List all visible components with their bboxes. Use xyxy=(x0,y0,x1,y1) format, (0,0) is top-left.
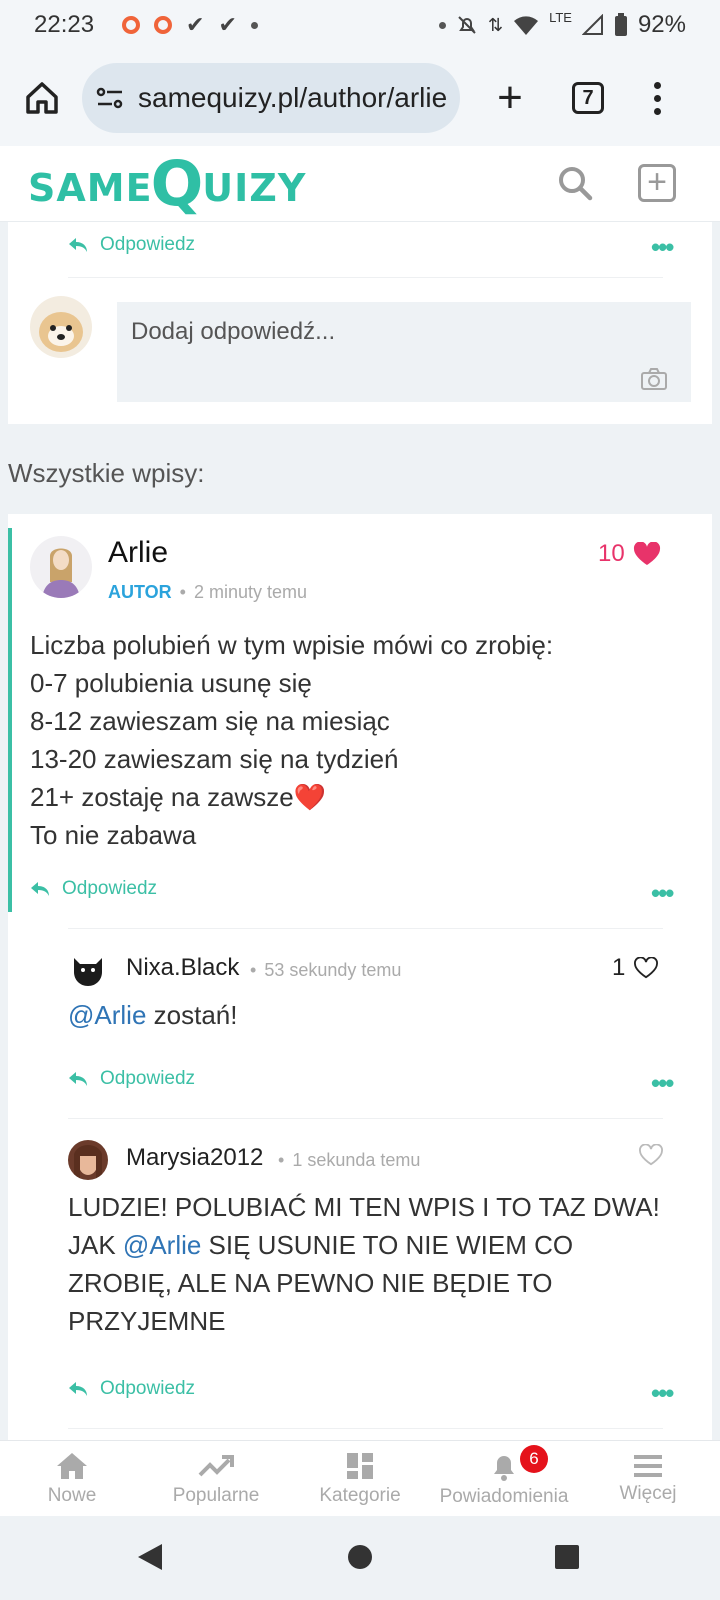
address-bar[interactable]: samequizy.pl/author/arlie xyxy=(82,63,460,133)
reply-arrow-icon xyxy=(69,1382,87,1396)
nav-more[interactable]: Więcej xyxy=(576,1441,720,1516)
post-timestamp: 2 minuty temu xyxy=(193,582,308,602)
comment-author-name[interactable]: Marysia2012 xyxy=(126,1144,263,1172)
user-mention-link[interactable]: @Arlie xyxy=(68,1000,146,1030)
site-settings-icon[interactable] xyxy=(96,86,124,110)
checkmark-icon: ✔ xyxy=(186,12,205,37)
heart-outline-icon xyxy=(634,957,659,979)
trending-icon xyxy=(198,1454,234,1476)
notification-ring-icon xyxy=(154,16,172,34)
home-button[interactable] xyxy=(20,76,64,120)
author-avatar[interactable] xyxy=(30,536,92,598)
back-icon[interactable] xyxy=(136,1542,164,1572)
dot-icon xyxy=(438,21,446,29)
nav-popular[interactable]: Popularne xyxy=(144,1441,288,1516)
site-header: SAME Q UIZY + xyxy=(0,146,720,222)
dashboard-icon xyxy=(347,1452,373,1479)
samequizy-logo[interactable]: SAME Q UIZY xyxy=(28,152,306,214)
lte-label: LTE xyxy=(549,9,572,25)
post-more-options-button[interactable]: ••• xyxy=(651,880,674,906)
new-tab-button[interactable]: + xyxy=(488,76,532,120)
comment-reply-button[interactable]: Odpowiedz xyxy=(68,1378,195,1400)
commenter-avatar[interactable] xyxy=(68,1140,108,1180)
notification-ring-icon xyxy=(122,16,140,34)
comment-like-count: 1 xyxy=(612,954,626,981)
mute-bell-icon xyxy=(458,16,476,34)
browser-menu-button[interactable] xyxy=(654,81,661,115)
divider xyxy=(68,928,663,929)
divider xyxy=(68,277,663,278)
post-body: Liczba polubień w tym wpisie mówi co zro… xyxy=(30,630,554,850)
reply-arrow-icon xyxy=(31,882,49,896)
comment-like-button[interactable] xyxy=(630,1144,664,1166)
more-notifications-icon xyxy=(250,21,258,29)
divider xyxy=(68,1118,663,1119)
recents-icon[interactable] xyxy=(554,1544,580,1570)
data-arrows-icon: ⇅ xyxy=(487,14,504,35)
post-meta: AUTOR • 2 minuty temu xyxy=(108,582,308,602)
status-time: 22:23 xyxy=(34,11,95,38)
camera-icon[interactable] xyxy=(641,368,667,390)
comment-reply-button[interactable]: Odpowiedz xyxy=(68,1068,195,1090)
divider xyxy=(68,1428,663,1429)
system-navigation-bar xyxy=(0,1516,720,1600)
comment-meta: • 53 sekundy temu xyxy=(250,960,402,980)
page-content: Odpowiedz ••• Dodaj odpowiedź... Wszystk… xyxy=(0,222,720,1440)
status-bar: 22:23 ✔ ✔ ⇅ LTE 92% xyxy=(0,0,720,50)
tab-switcher-button[interactable]: 7 xyxy=(572,82,604,114)
comment-like-button[interactable]: 1 xyxy=(612,954,659,982)
browser-toolbar: samequizy.pl/author/arlie + 7 xyxy=(0,50,720,146)
heart-outline-icon xyxy=(639,1144,663,1166)
nav-notifications[interactable]: Powiadomienia 6 xyxy=(432,1441,576,1516)
comment-author-name[interactable]: Nixa.Black xyxy=(126,954,239,982)
comment-timestamp: 1 sekunda temu xyxy=(292,1150,421,1170)
search-button[interactable] xyxy=(556,164,594,207)
create-quiz-button[interactable]: + xyxy=(638,164,676,202)
previous-comment-card: Odpowiedz ••• Dodaj odpowiedź... xyxy=(8,222,712,424)
hamburger-menu-icon xyxy=(634,1454,662,1477)
nav-new[interactable]: Nowe xyxy=(0,1441,144,1516)
home-icon xyxy=(26,82,58,114)
post-reply-button[interactable]: Odpowiedz xyxy=(30,878,157,900)
url-text: samequizy.pl/author/arlie xyxy=(138,82,448,113)
notification-count-badge: 6 xyxy=(520,1445,548,1473)
comment-more-options-button[interactable]: ••• xyxy=(651,1380,674,1406)
home-icon xyxy=(57,1452,87,1479)
home-circle-icon[interactable] xyxy=(347,1544,373,1570)
reply-button[interactable]: Odpowiedz xyxy=(68,234,195,256)
system-icons: ⇅ LTE 92% xyxy=(438,9,686,39)
battery-icon xyxy=(614,13,627,36)
current-user-avatar xyxy=(30,296,92,358)
commenter-avatar[interactable] xyxy=(68,950,108,990)
post-author-name[interactable]: Arlie xyxy=(108,536,168,570)
nav-categories[interactable]: Kategorie xyxy=(288,1441,432,1516)
post-like-count: 10 xyxy=(598,540,625,567)
comment-body: LUDZIE! POLUBIAĆ MI TEN WPIS I TO TAZ DW… xyxy=(68,1192,660,1336)
checkmark-icon: ✔ xyxy=(218,12,237,37)
comment-timestamp: 53 sekundy temu xyxy=(264,960,402,980)
comment-body: @Arlie zostań! xyxy=(68,1000,238,1030)
section-title: Wszystkie wpisy: xyxy=(8,458,205,488)
bell-icon xyxy=(494,1455,514,1481)
author-badge: AUTOR xyxy=(108,582,172,602)
main-post: Arlie AUTOR • 2 minuty temu 10 Liczba po… xyxy=(8,514,712,1440)
signal-icon xyxy=(581,14,603,35)
comment-meta: • 1 sekunda temu xyxy=(278,1150,421,1170)
notification-icons: ✔ ✔ xyxy=(122,12,258,38)
bottom-navigation: Nowe Popularne Kategorie Powiadomienia 6… xyxy=(0,1440,720,1516)
post-like-button[interactable]: 10 xyxy=(598,540,661,568)
heart-filled-icon xyxy=(633,542,660,565)
search-icon xyxy=(559,167,593,201)
reply-arrow-icon xyxy=(69,238,87,252)
battery-percent: 92% xyxy=(637,11,686,38)
user-mention-link[interactable]: @Arlie xyxy=(123,1230,201,1260)
reply-input[interactable]: Dodaj odpowiedź... xyxy=(117,302,691,402)
reply-arrow-icon xyxy=(69,1072,87,1086)
comment-more-options-button[interactable]: ••• xyxy=(651,1070,674,1096)
more-options-button[interactable]: ••• xyxy=(651,234,674,260)
wifi-icon xyxy=(514,16,539,35)
post-accent-bar xyxy=(8,528,12,912)
